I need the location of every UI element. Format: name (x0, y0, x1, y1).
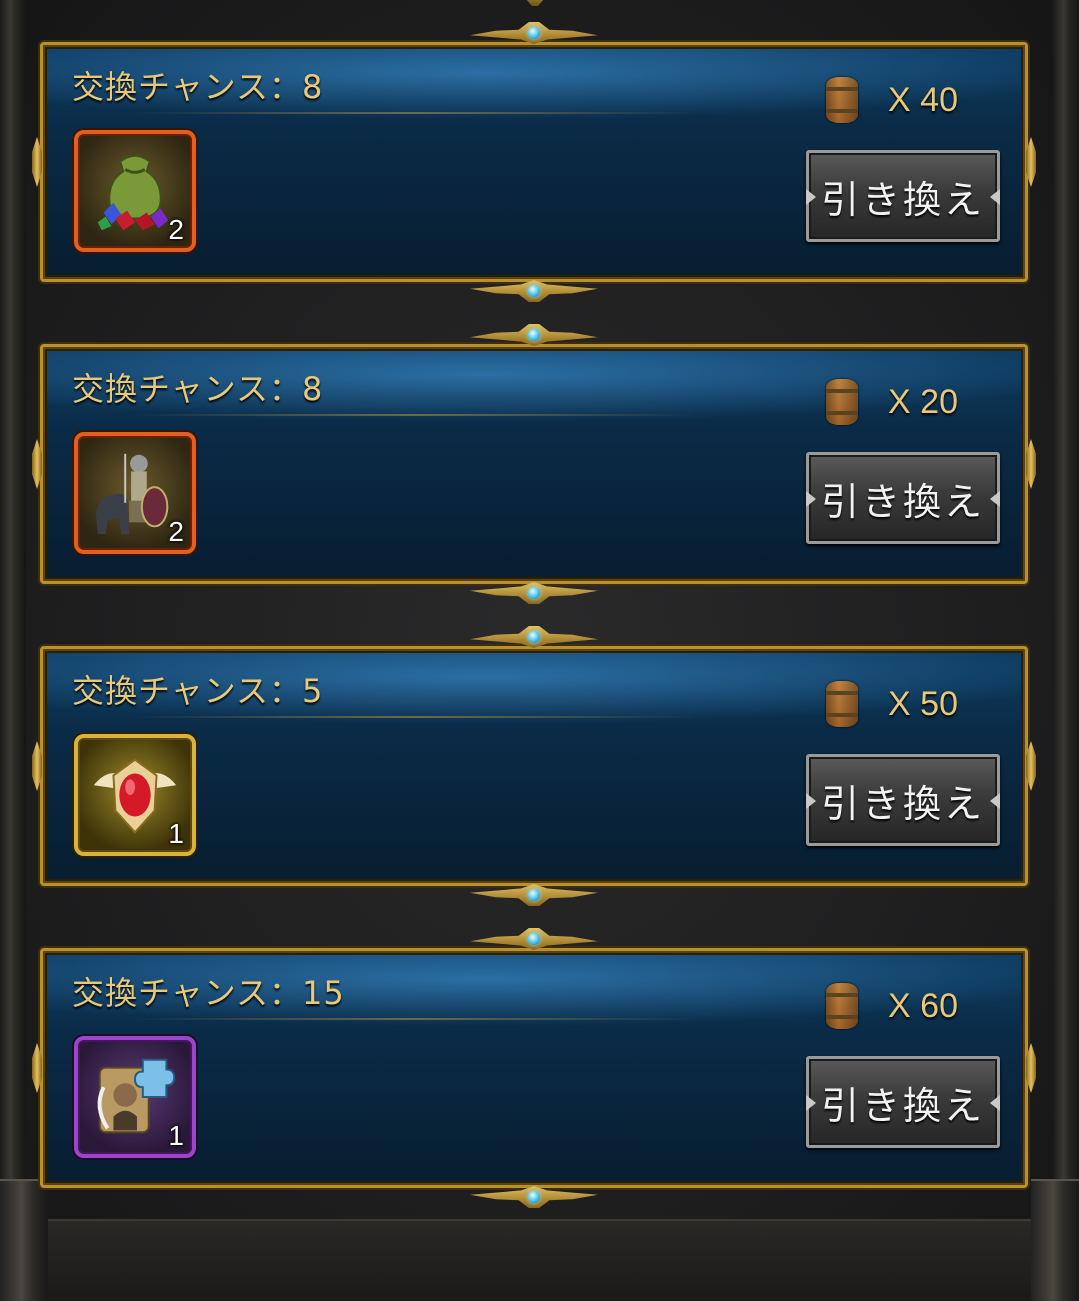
item-quantity: 1 (168, 818, 184, 849)
bottom-crest-ornament (470, 884, 598, 906)
item-quantity: 2 (168, 516, 184, 547)
title-divider (130, 1018, 698, 1020)
exchange-card: 交換チャンス：5 X 50 1 引き換え (32, 626, 1036, 906)
barrel-icon (826, 77, 859, 123)
cost: X 50 (826, 676, 958, 732)
cost: X 40 (826, 72, 958, 128)
gem-icon (528, 587, 540, 599)
gem-icon (528, 329, 540, 341)
reward-item-slot[interactable]: 1 (74, 1036, 196, 1158)
bottom-crest-ornament (470, 1186, 598, 1208)
cost-amount: X 50 (888, 684, 958, 723)
top-crest-ornament (470, 626, 598, 648)
reward-item-slot[interactable]: 2 (74, 130, 196, 252)
item-quantity: 2 (168, 214, 184, 245)
right-pillar-base (1031, 1179, 1079, 1301)
item-quantity: 1 (168, 1120, 184, 1151)
exchange-button-label: 引き換え (820, 479, 985, 524)
exchange-chance-label: 交換チャンス：8 (72, 370, 324, 408)
top-crest-ornament (470, 324, 598, 346)
exchange-chance-label: 交換チャンス：8 (72, 68, 324, 106)
bottom-floor (0, 1219, 1079, 1301)
title-divider (130, 112, 698, 114)
exchange-button[interactable]: 引き換え (806, 452, 1000, 544)
exchange-button-label: 引き換え (820, 177, 985, 222)
gem-icon (528, 889, 540, 901)
gem-icon (528, 933, 540, 945)
exchange-chance-label: 交換チャンス：5 (72, 672, 324, 710)
exchange-button[interactable]: 引き換え (806, 754, 1000, 846)
exchange-button[interactable]: 引き換え (806, 1056, 1000, 1148)
exchange-chance-label: 交換チャンス：15 (72, 974, 345, 1012)
exchange-button-label: 引き換え (820, 1083, 985, 1128)
gem-icon (528, 285, 540, 297)
cost: X 20 (826, 374, 958, 430)
left-pillar (0, 0, 26, 1301)
reward-item-slot[interactable]: 1 (74, 734, 196, 856)
cost: X 60 (826, 978, 958, 1034)
exchange-button-label: 引き換え (820, 781, 985, 826)
barrel-icon (826, 681, 859, 727)
barrel-icon (826, 379, 859, 425)
title-divider (130, 716, 698, 718)
right-pillar (1053, 0, 1079, 1301)
cost-amount: X 20 (888, 382, 958, 421)
top-crest-ornament (470, 928, 598, 950)
exchange-button[interactable]: 引き換え (806, 150, 1000, 242)
title-divider (130, 414, 698, 416)
bottom-crest-ornament (470, 280, 598, 302)
gem-icon (528, 27, 540, 39)
cost-amount: X 40 (888, 80, 958, 119)
bottom-crest-ornament (470, 582, 598, 604)
top-crest-ornament (470, 22, 598, 44)
exchange-card: 交換チャンス：15 X 60 1 引き換え (32, 928, 1036, 1208)
exchange-card: 交換チャンス：8 X 20 2 引き換え (32, 324, 1036, 604)
gem-icon (528, 631, 540, 643)
reward-item-slot[interactable]: 2 (74, 432, 196, 554)
left-pillar-base (0, 1179, 48, 1301)
gem-icon (528, 1191, 540, 1203)
cost-amount: X 60 (888, 986, 958, 1025)
exchange-card: 交換チャンス：8 X 40 2 引き換え (32, 22, 1036, 302)
barrel-icon (826, 983, 859, 1029)
